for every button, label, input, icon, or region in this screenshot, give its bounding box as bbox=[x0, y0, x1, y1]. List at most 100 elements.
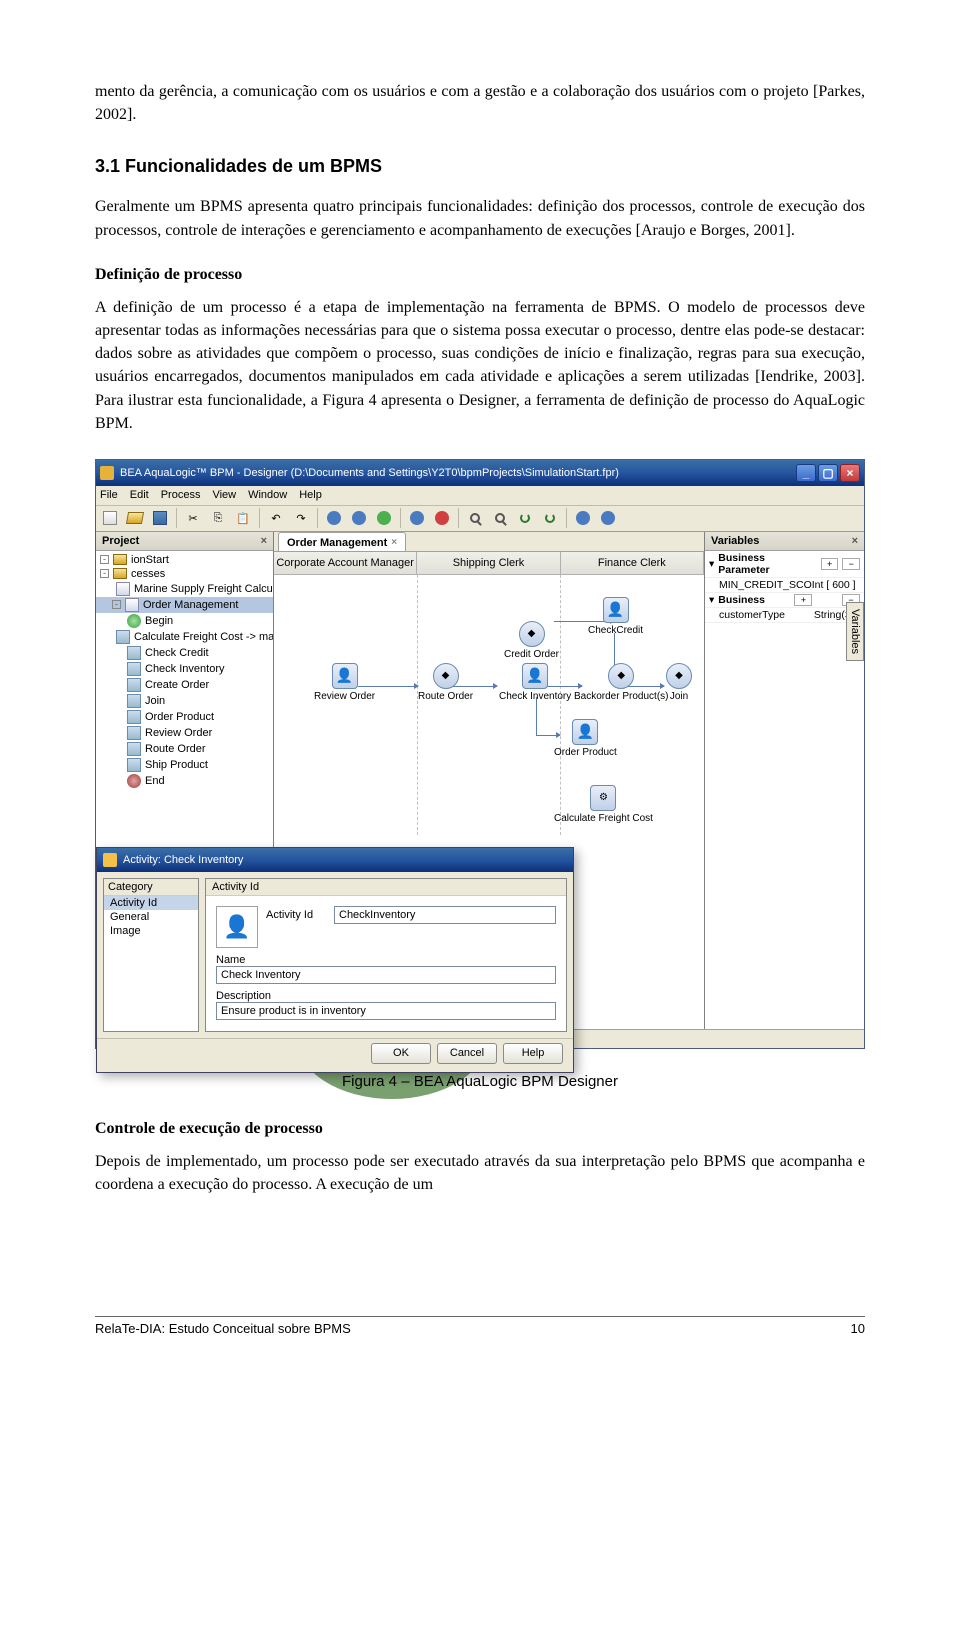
tree-item[interactable]: Create Order bbox=[96, 677, 273, 693]
minimize-button[interactable]: _ bbox=[796, 464, 816, 482]
variables-side-tab[interactable]: Variables bbox=[846, 602, 864, 661]
toolbar-button[interactable] bbox=[431, 507, 453, 529]
tree-item[interactable]: Route Order bbox=[96, 741, 273, 757]
node-check-inventory[interactable]: Check Inventory bbox=[499, 663, 571, 702]
tree-item[interactable]: End bbox=[96, 773, 273, 789]
dialog-icon bbox=[103, 853, 117, 867]
node-label: Order Product bbox=[554, 747, 617, 758]
tree-item[interactable]: Calculate Freight Cost -> marineSupplyFr… bbox=[96, 629, 273, 645]
toolbar-button[interactable] bbox=[572, 507, 594, 529]
refresh-button[interactable] bbox=[514, 507, 536, 529]
begin-icon bbox=[127, 614, 141, 628]
expand-icon[interactable]: + bbox=[794, 594, 812, 606]
dialog-category-list: Category Activity Id General Image bbox=[103, 878, 199, 1032]
tree-item-label: cesses bbox=[131, 568, 165, 580]
menu-view[interactable]: View bbox=[212, 489, 236, 501]
paste-button[interactable]: 📋 bbox=[232, 507, 254, 529]
copy-button[interactable]: ⎘ bbox=[207, 507, 229, 529]
redo-button[interactable]: ↷ bbox=[290, 507, 312, 529]
canvas-tab-order-management[interactable]: Order Management × bbox=[278, 532, 406, 551]
toolbar-button[interactable] bbox=[597, 507, 619, 529]
variable-item[interactable]: MIN_CREDIT_SCOInt [ 600 ] bbox=[705, 578, 864, 593]
node-review-order[interactable]: Review Order bbox=[314, 663, 375, 702]
help-button[interactable]: Help bbox=[503, 1043, 563, 1064]
tab-close-icon[interactable]: × bbox=[391, 537, 397, 548]
category-item[interactable]: Image bbox=[104, 924, 198, 938]
tree-toggle-icon[interactable]: - bbox=[100, 569, 109, 578]
variable-group[interactable]: ▾Business + − bbox=[705, 593, 864, 608]
variable-item[interactable]: customerType String(30) bbox=[705, 608, 864, 623]
save-button[interactable] bbox=[149, 507, 171, 529]
toolbar-button[interactable] bbox=[323, 507, 345, 529]
expand-icon[interactable]: + bbox=[821, 558, 839, 570]
app-icon bbox=[100, 466, 114, 480]
node-credit-order[interactable]: ◆ Credit Order bbox=[504, 621, 559, 660]
ok-button[interactable]: OK bbox=[371, 1043, 431, 1064]
paragraph: Geralmente um BPMS apresenta quatro prin… bbox=[95, 195, 865, 241]
node-calc-freight[interactable]: ⚙ Calculate Freight Cost bbox=[554, 785, 653, 824]
heading-definicao: Definição de processo bbox=[95, 266, 865, 284]
project-header-label: Project bbox=[102, 535, 139, 547]
toolbar-button[interactable] bbox=[348, 507, 370, 529]
tree-item-label: Order Product bbox=[145, 711, 214, 723]
tree-item[interactable]: -ionStart bbox=[96, 553, 273, 567]
activity-id-input[interactable] bbox=[334, 906, 556, 924]
node-check-credit[interactable]: CheckCredit bbox=[588, 597, 643, 636]
collapse-icon[interactable]: − bbox=[842, 558, 860, 570]
menu-help[interactable]: Help bbox=[299, 489, 322, 501]
node-label: Route Order bbox=[418, 691, 473, 702]
proc-icon bbox=[125, 598, 139, 612]
menu-window[interactable]: Window bbox=[248, 489, 287, 501]
maximize-button[interactable]: ▢ bbox=[818, 464, 838, 482]
node-order-product[interactable]: Order Product bbox=[554, 719, 617, 758]
menu-process[interactable]: Process bbox=[161, 489, 201, 501]
cancel-button[interactable]: Cancel bbox=[437, 1043, 497, 1064]
menu-file[interactable]: File bbox=[100, 489, 118, 501]
tree-toggle-icon[interactable]: - bbox=[100, 555, 109, 564]
category-item[interactable]: General bbox=[104, 910, 198, 924]
tree-item[interactable]: Ship Product bbox=[96, 757, 273, 773]
category-item[interactable]: Activity Id bbox=[104, 896, 198, 910]
node-join[interactable]: ◆ Join bbox=[666, 663, 692, 702]
tree-item[interactable]: Order Product bbox=[96, 709, 273, 725]
category-header: Category bbox=[104, 879, 198, 896]
tree-item[interactable]: Check Inventory bbox=[96, 661, 273, 677]
node-route-order[interactable]: ◆ Route Order bbox=[418, 663, 473, 702]
tree-item[interactable]: Marine Supply Freight Calculator Process bbox=[96, 581, 273, 597]
refresh-button[interactable] bbox=[539, 507, 561, 529]
cut-button[interactable]: ✂ bbox=[182, 507, 204, 529]
toolbar-button[interactable] bbox=[373, 507, 395, 529]
window-titlebar: BEA AquaLogic™ BPM - Designer (D:\Docume… bbox=[96, 460, 864, 486]
tree-item[interactable]: Review Order bbox=[96, 725, 273, 741]
tree-item[interactable]: -Order Management bbox=[96, 597, 273, 613]
variable-group[interactable]: ▾Business Parameter + − bbox=[705, 551, 864, 578]
fold-icon bbox=[113, 568, 127, 579]
page-footer: RelaTe-DIA: Estudo Conceitual sobre BPMS… bbox=[95, 1316, 865, 1336]
project-pane-header: Project × bbox=[96, 532, 273, 551]
new-button[interactable] bbox=[99, 507, 121, 529]
variable-group-label: Business bbox=[718, 594, 765, 606]
toolbar-button[interactable] bbox=[406, 507, 428, 529]
tree-item[interactable]: Begin bbox=[96, 613, 273, 629]
menu-bar: File Edit Process View Window Help bbox=[96, 486, 864, 506]
variable-name: customerType bbox=[719, 609, 785, 621]
zoom-in-button[interactable] bbox=[464, 507, 486, 529]
undo-button[interactable]: ↶ bbox=[265, 507, 287, 529]
project-close-icon[interactable]: × bbox=[261, 535, 267, 547]
heading-controle: Controle de execução de processo bbox=[95, 1120, 865, 1138]
description-input[interactable] bbox=[216, 1002, 556, 1020]
tree-item-label: Check Inventory bbox=[145, 663, 224, 675]
name-input[interactable] bbox=[216, 966, 556, 984]
tree-item[interactable]: Check Credit bbox=[96, 645, 273, 661]
menu-edit[interactable]: Edit bbox=[130, 489, 149, 501]
tree-toggle-icon[interactable]: - bbox=[112, 600, 121, 609]
zoom-out-button[interactable] bbox=[489, 507, 511, 529]
close-button[interactable]: × bbox=[840, 464, 860, 482]
form-header: Activity Id bbox=[206, 879, 566, 896]
node-label: Check Inventory bbox=[499, 691, 571, 702]
tree-item[interactable]: - cesses bbox=[96, 567, 273, 581]
node-backorder[interactable]: ◆ Backorder Product(s) bbox=[574, 663, 668, 702]
variables-close-icon[interactable]: × bbox=[852, 535, 858, 547]
tree-item[interactable]: Join bbox=[96, 693, 273, 709]
open-button[interactable] bbox=[124, 507, 146, 529]
